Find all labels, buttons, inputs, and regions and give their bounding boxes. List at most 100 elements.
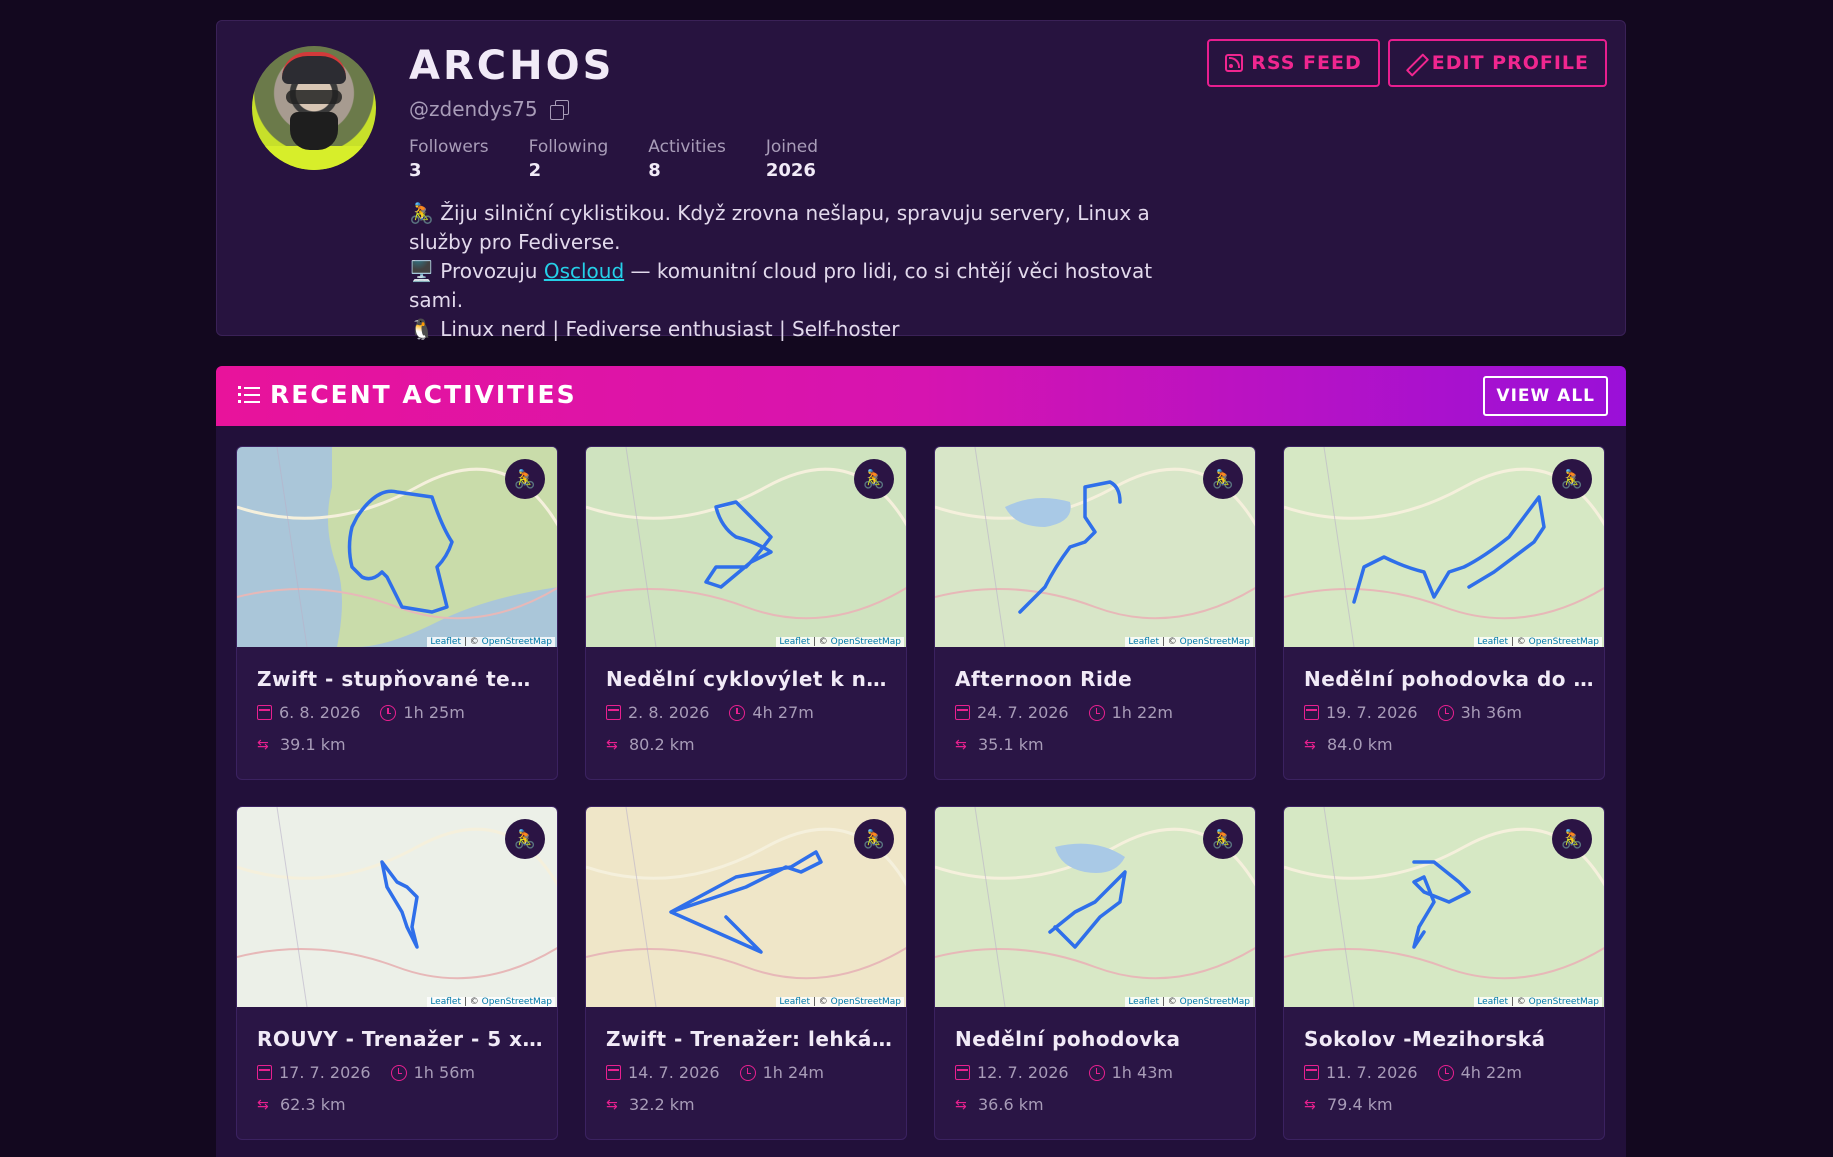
activity-duration: 1h 43m [1111,1063,1173,1082]
map-attribution: Leaflet | © OpenStreetMap [776,637,904,647]
route-map[interactable]: 🚴 Leaflet | © OpenStreetMap [1284,447,1604,647]
route-map[interactable]: 🚴 Leaflet | © OpenStreetMap [237,447,557,647]
activity-meta: 6. 8. 2026 1h 25m [257,703,465,722]
distance-icon: ⇆ [257,736,269,753]
clock-icon [1437,704,1454,721]
activity-date: 11. 7. 2026 [1326,1063,1418,1082]
cycling-icon: 🚴 [1552,819,1592,859]
pencil-icon [1406,54,1424,72]
distance-icon: ⇆ [257,1096,269,1113]
rss-feed-button[interactable]: RSS FEED [1207,39,1380,87]
recent-activities-section: RECENT ACTIVITIES VIEW ALL 🚴 Leaflet | ©… [216,366,1626,1157]
clock-icon [390,1064,407,1081]
activity-distance: 84.0 km [1327,735,1393,754]
activity-date: 19. 7. 2026 [1326,703,1418,722]
distance-icon: ⇆ [606,1096,618,1113]
distance-icon: ⇆ [1304,736,1316,753]
map-attribution: Leaflet | © OpenStreetMap [427,637,555,647]
clock-icon [729,704,746,721]
activity-distance-row: ⇆ 84.0 km [1304,735,1393,754]
bio-line-1: 🚴 Žiju silniční cyklistikou. Když zrovna… [409,201,1150,254]
route-map[interactable]: 🚴 Leaflet | © OpenStreetMap [1284,807,1604,1007]
activity-distance-row: ⇆ 35.1 km [955,735,1044,754]
activity-title: Nedělní pohodovka [955,1027,1181,1051]
activity-title: Zwift - Trenažer: lehká jízda [606,1027,896,1051]
activity-meta: 12. 7. 2026 1h 43m [955,1063,1173,1082]
activity-distance-row: ⇆ 80.2 km [606,735,695,754]
calendar-icon [955,705,970,720]
calendar-icon [1304,705,1319,720]
profile-bio: 🚴 Žiju silniční cyklistikou. Když zrovna… [409,199,1209,344]
route-map[interactable]: 🚴 Leaflet | © OpenStreetMap [935,807,1255,1007]
activity-card[interactable]: 🚴 Leaflet | © OpenStreetMap Sokolov -Mez… [1283,806,1605,1140]
activity-meta: 17. 7. 2026 1h 56m [257,1063,475,1082]
activity-card[interactable]: 🚴 Leaflet | © OpenStreetMap Zwift - Tren… [585,806,907,1140]
oscloud-link[interactable]: Oscloud [544,259,624,283]
activity-card[interactable]: 🚴 Leaflet | © OpenStreetMap ROUVY - Tren… [236,806,558,1140]
route-map[interactable]: 🚴 Leaflet | © OpenStreetMap [586,447,906,647]
profile-stats: Followers 3 Following 2 Activities 8 Joi… [409,137,858,181]
distance-icon: ⇆ [1304,1096,1316,1113]
stat-label: Followers [409,137,489,157]
map-attribution: Leaflet | © OpenStreetMap [1125,997,1253,1007]
clock-icon [1088,704,1105,721]
view-all-button[interactable]: VIEW ALL [1483,376,1608,416]
stat-following[interactable]: Following 2 [529,137,609,181]
clock-icon [1088,1064,1105,1081]
stat-joined: Joined 2026 [766,137,818,181]
section-title: RECENT ACTIVITIES [270,380,577,409]
stat-label: Following [528,137,609,157]
activity-distance: 32.2 km [629,1095,695,1114]
activity-title: Sokolov -Mezihorská [1304,1027,1546,1051]
cycling-icon: 🚴 [505,819,545,859]
activity-card[interactable]: 🚴 Leaflet | © OpenStreetMap Nedělní poho… [1283,446,1605,780]
route-map[interactable]: 🚴 Leaflet | © OpenStreetMap [586,807,906,1007]
calendar-icon [606,705,621,720]
activity-meta: 24. 7. 2026 1h 22m [955,703,1173,722]
stat-followers[interactable]: Followers 3 [409,137,489,181]
clock-icon [380,704,397,721]
profile-handle: @zdendys75 [409,97,538,121]
activity-title: Nedělní pohodovka do Františkových Lázní [1304,667,1594,691]
calendar-icon [606,1065,621,1080]
activity-date: 14. 7. 2026 [628,1063,720,1082]
rss-feed-label: RSS FEED [1251,52,1362,74]
activity-meta: 14. 7. 2026 1h 24m [606,1063,824,1082]
activity-duration: 1h 56m [413,1063,475,1082]
clock-icon [739,1064,756,1081]
activity-title: Nedělní cyklovýlet k nádrži [606,667,896,691]
bio-text: 🖥️ Provozuju [409,259,544,283]
activity-card[interactable]: 🚴 Leaflet | © OpenStreetMap Zwift - stup… [236,446,558,780]
activity-duration: 4h 27m [752,703,814,722]
activity-card[interactable]: 🚴 Leaflet | © OpenStreetMap Nedělní poho… [934,806,1256,1140]
stat-label: Activities [648,137,726,157]
map-attribution: Leaflet | © OpenStreetMap [1125,637,1253,647]
map-attribution: Leaflet | © OpenStreetMap [1474,637,1602,647]
activity-title: ROUVY - Trenažer - 5 x 6 min [257,1027,547,1051]
rss-icon [1225,54,1244,72]
stat-label: Joined [765,137,818,157]
activity-date: 17. 7. 2026 [279,1063,371,1082]
cycling-icon: 🚴 [1203,459,1243,499]
profile-name: ARCHOS [409,43,615,89]
profile-handle-row: @zdendys75 [409,97,569,121]
calendar-icon [1304,1065,1319,1080]
edit-profile-button[interactable]: EDIT PROFILE [1387,39,1607,87]
bio-line-3: 🐧 Linux nerd | Fediverse enthusiast | Se… [409,317,900,341]
copy-icon[interactable] [549,100,569,120]
section-header: RECENT ACTIVITIES VIEW ALL [216,366,1626,426]
page-content: ARCHOS @zdendys75 Followers 3 Following … [216,20,1626,1157]
clock-icon [1437,1064,1454,1081]
activity-card[interactable]: 🚴 Leaflet | © OpenStreetMap Afternoon Ri… [934,446,1256,780]
stat-activities: Activities 8 [648,137,726,181]
calendar-icon [257,705,272,720]
activity-card[interactable]: 🚴 Leaflet | © OpenStreetMap Nedělní cykl… [585,446,907,780]
calendar-icon [955,1065,970,1080]
route-map[interactable]: 🚴 Leaflet | © OpenStreetMap [237,807,557,1007]
map-attribution: Leaflet | © OpenStreetMap [1474,997,1602,1007]
route-map[interactable]: 🚴 Leaflet | © OpenStreetMap [935,447,1255,647]
activity-distance-row: ⇆ 62.3 km [257,1095,346,1114]
activity-duration: 4h 22m [1460,1063,1522,1082]
activity-distance: 80.2 km [629,735,695,754]
activity-duration: 1h 22m [1111,703,1173,722]
